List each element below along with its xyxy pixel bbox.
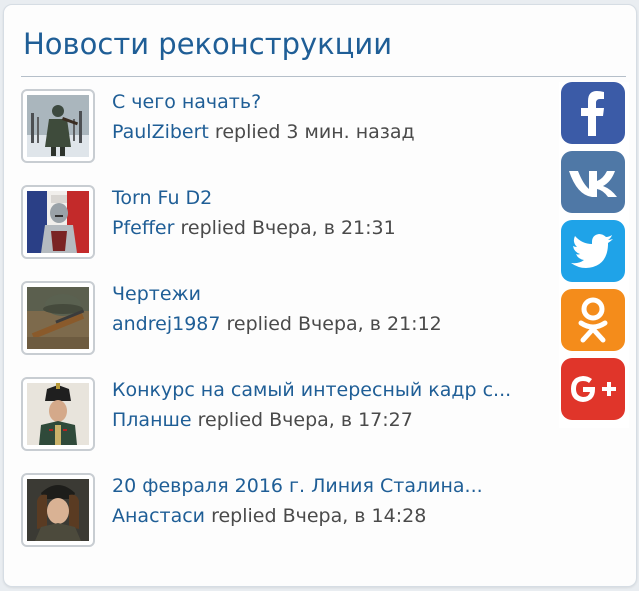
- thread-meta: PaulZibert replied 3 мин. назад: [112, 121, 415, 143]
- thread-time: Вчера, в 21:31: [251, 217, 396, 239]
- thread-time: 3 мин. назад: [286, 121, 415, 143]
- thread-item: С чего начать? PaulZibert replied 3 мин.…: [21, 89, 561, 169]
- google-plus-share-button[interactable]: [561, 358, 625, 420]
- thread-user-link[interactable]: Pfeffer: [112, 217, 174, 239]
- thread-user-link[interactable]: Планше: [112, 409, 192, 431]
- thread-title-link[interactable]: Torn Fu D2: [112, 187, 212, 209]
- thread-avatar[interactable]: [21, 473, 95, 547]
- facebook-icon: [581, 91, 604, 136]
- thread-item: Чертежи andrej1987 replied Вчера, в 21:1…: [21, 281, 561, 361]
- replied-word: replied: [226, 313, 292, 335]
- thread-avatar[interactable]: [21, 185, 95, 259]
- thread-meta: Планше replied Вчера, в 17:27: [112, 409, 413, 431]
- thread-user-link[interactable]: andrej1987: [112, 313, 220, 335]
- thread-time: Вчера, в 14:28: [282, 505, 427, 527]
- thread-avatar[interactable]: [21, 377, 95, 451]
- twitter-share-button[interactable]: [561, 220, 625, 282]
- news-widget: Новости реконструкции С чего начать? Pau…: [3, 4, 637, 587]
- thread-item: Конкурс на самый интересный кадр с... Пл…: [21, 377, 561, 457]
- thread-item: 20 февраля 2016 г. Линия Сталина... Анас…: [21, 473, 561, 553]
- thread-meta: Анастаси replied Вчера, в 14:28: [112, 505, 426, 527]
- odnoklassniki-icon: [578, 297, 608, 343]
- odnoklassniki-share-button[interactable]: [561, 289, 625, 351]
- replied-word: replied: [211, 505, 277, 527]
- widget-title: Новости реконструкции: [23, 27, 393, 61]
- replied-word: replied: [180, 217, 246, 239]
- thread-title-link[interactable]: 20 февраля 2016 г. Линия Сталина...: [112, 475, 483, 497]
- vk-share-button[interactable]: [561, 151, 625, 213]
- vk-icon: [569, 171, 617, 197]
- facebook-share-button[interactable]: [561, 82, 625, 144]
- thread-item: Torn Fu D2 Pfeffer replied Вчера, в 21:3…: [21, 185, 561, 265]
- social-share-bar: [559, 82, 629, 428]
- thread-meta: andrej1987 replied Вчера, в 21:12: [112, 313, 442, 335]
- soldier-winter-icon: [27, 95, 89, 157]
- thread-user-link[interactable]: PaulZibert: [112, 121, 209, 143]
- thread-title-link[interactable]: Конкурс на самый интересный кадр с...: [112, 379, 511, 401]
- thread-meta: Pfeffer replied Вчера, в 21:31: [112, 217, 396, 239]
- rifle-helmet-icon: [27, 287, 89, 349]
- thread-avatar[interactable]: [21, 89, 95, 163]
- thread-time: Вчера, в 21:12: [298, 313, 442, 335]
- google-plus-icon: [571, 376, 616, 402]
- girl-portrait-icon: [27, 479, 89, 541]
- thread-title-link[interactable]: С чего начать?: [112, 91, 261, 113]
- thread-avatar[interactable]: [21, 281, 95, 355]
- replied-word: replied: [214, 121, 281, 143]
- replied-word: replied: [197, 409, 264, 431]
- title-divider: [21, 76, 626, 77]
- thread-user-link[interactable]: Анастаси: [112, 505, 205, 527]
- thread-title-link[interactable]: Чертежи: [112, 283, 201, 305]
- twitter-icon: [571, 234, 613, 268]
- knight-flag-icon: [27, 191, 89, 253]
- thread-time: Вчера, в 17:27: [269, 409, 413, 431]
- officer-portrait-icon: [27, 383, 89, 445]
